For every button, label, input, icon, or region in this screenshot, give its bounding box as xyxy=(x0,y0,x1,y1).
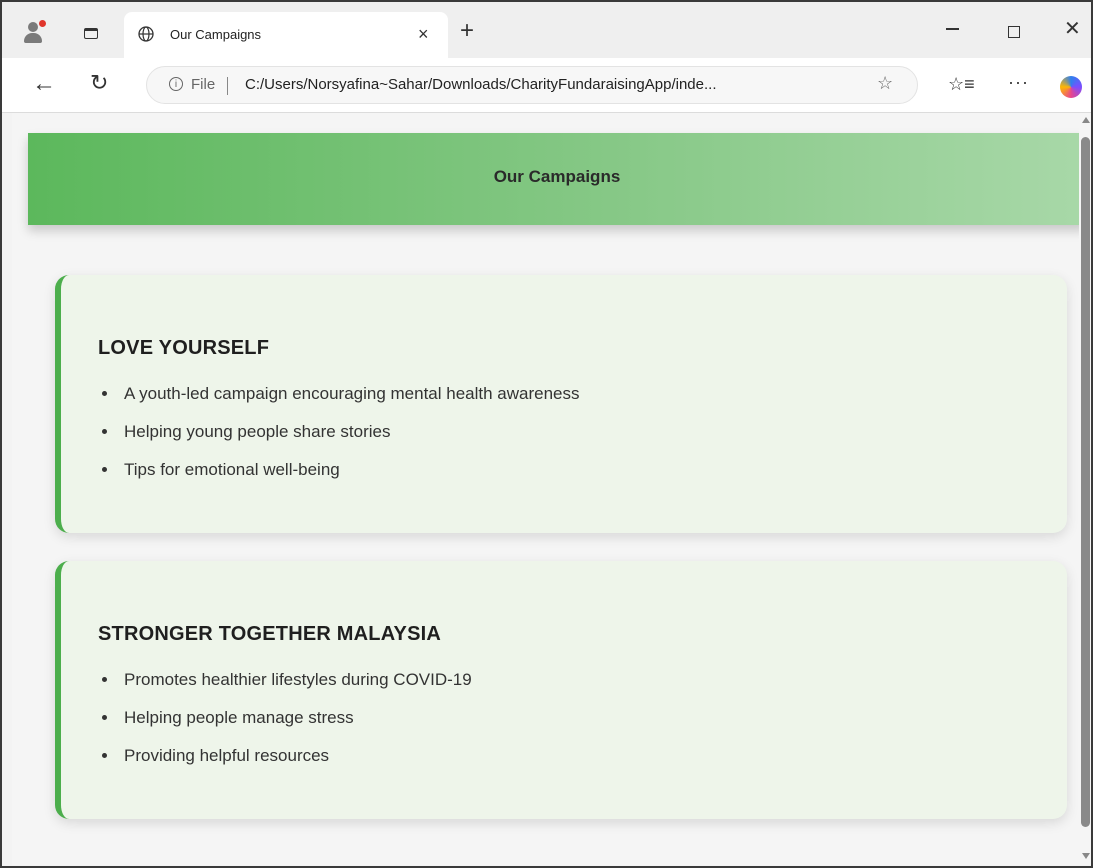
globe-icon xyxy=(138,26,154,42)
list-item: Helping young people share stories xyxy=(102,413,580,451)
tab-title: Our Campaigns xyxy=(170,27,262,42)
address-bar[interactable]: i File C:/Users/Norsyafina~Sahar/Downloa… xyxy=(146,66,918,104)
tab-close-icon[interactable]: × xyxy=(418,24,429,45)
campaign-title: LOVE YOURSELF xyxy=(98,337,270,359)
info-icon[interactable]: i xyxy=(169,77,183,91)
tab-actions-icon[interactable] xyxy=(84,28,98,39)
vertical-scrollbar[interactable] xyxy=(1079,113,1091,865)
refresh-icon[interactable]: ↻ xyxy=(90,70,108,96)
campaign-title: STRONGER TOGETHER MALAYSIA xyxy=(98,623,442,645)
profile-icon[interactable] xyxy=(22,20,48,46)
copilot-icon[interactable] xyxy=(1060,76,1082,98)
browser-toolbar: ← ↻ i File C:/Users/Norsyafina~Sahar/Dow… xyxy=(2,58,1091,113)
tab-our-campaigns[interactable]: Our Campaigns × xyxy=(124,12,448,58)
campaign-points: Promotes healthier lifestyles during COV… xyxy=(98,661,472,775)
list-item: Helping people manage stress xyxy=(102,699,472,737)
new-tab-button[interactable]: + xyxy=(460,19,474,43)
favorites-list-icon[interactable]: ☆≡ xyxy=(948,74,975,95)
list-item: Providing helpful resources xyxy=(102,737,472,775)
list-item: A youth-led campaign encouraging mental … xyxy=(102,375,580,413)
file-label: File xyxy=(191,76,216,93)
url-text[interactable]: C:/Users/Norsyafina~Sahar/Downloads/Char… xyxy=(245,76,716,93)
back-arrow-icon[interactable]: ← xyxy=(32,70,56,98)
close-window-button[interactable]: ✕ xyxy=(1064,16,1081,41)
maximize-button[interactable] xyxy=(1008,26,1020,38)
title-bar: Our Campaigns × + ✕ xyxy=(2,2,1091,58)
favorite-star-icon[interactable]: ☆ xyxy=(877,73,893,94)
scroll-down-icon[interactable] xyxy=(1082,853,1090,859)
scroll-up-icon[interactable] xyxy=(1082,117,1090,123)
address-separator xyxy=(227,77,228,95)
browser-window: Our Campaigns × + ✕ ← ↻ i File C:/Users/… xyxy=(0,0,1093,868)
more-icon[interactable]: ··· xyxy=(1008,72,1029,93)
campaign-points: A youth-led campaign encouraging mental … xyxy=(98,375,580,489)
campaign-card-love-yourself: LOVE YOURSELF A youth-led campaign encou… xyxy=(55,275,1067,533)
scroll-thumb[interactable] xyxy=(1081,137,1090,827)
page-header: Our Campaigns xyxy=(28,133,1079,225)
page-title: Our Campaigns xyxy=(493,167,621,186)
list-item: Promotes healthier lifestyles during COV… xyxy=(102,661,472,699)
list-item: Tips for emotional well-being xyxy=(102,451,580,489)
page-viewport: Our Campaigns LOVE YOURSELF A youth-led … xyxy=(12,113,1079,865)
minimize-button[interactable] xyxy=(946,18,960,38)
campaign-card-stronger-together: STRONGER TOGETHER MALAYSIA Promotes heal… xyxy=(55,561,1067,819)
